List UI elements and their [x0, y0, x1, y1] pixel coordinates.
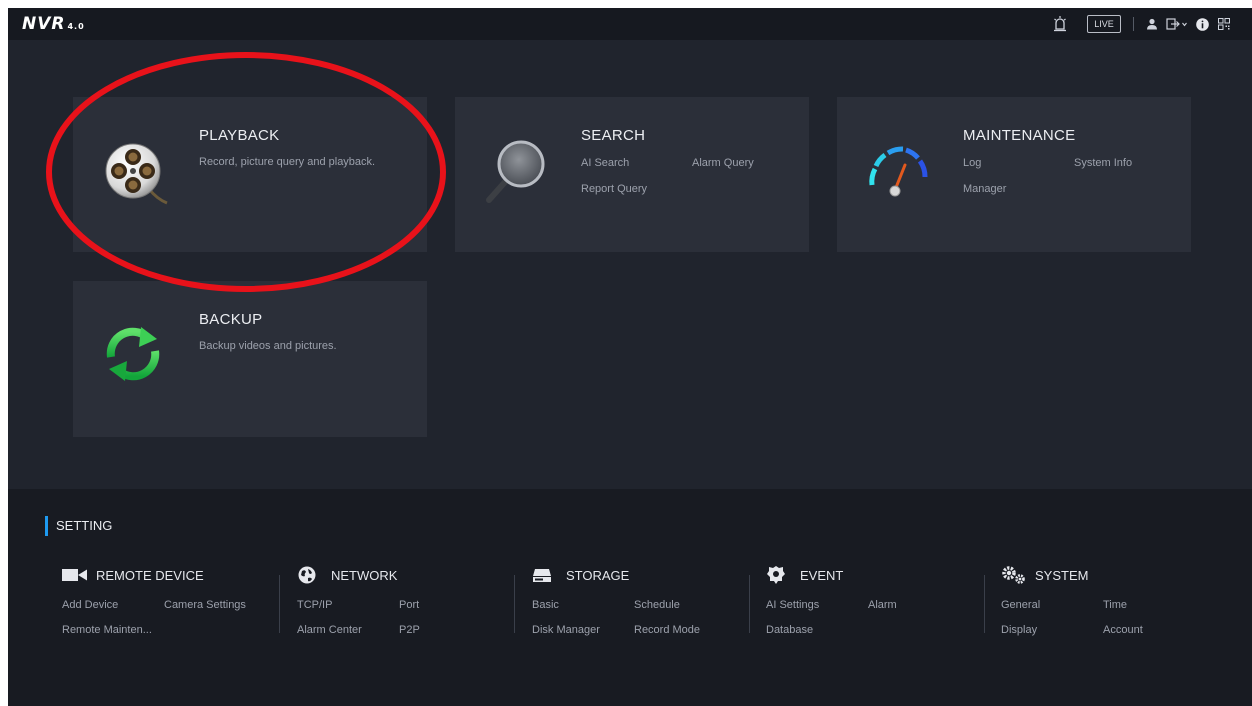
basic-link[interactable]: Basic [532, 599, 559, 611]
maintenance-title: MAINTENANCE [963, 127, 1076, 144]
group-divider [279, 575, 280, 633]
account-link[interactable]: Account [1103, 624, 1143, 636]
logout-icon[interactable] [1165, 15, 1189, 33]
camera-settings-link[interactable]: Camera Settings [164, 599, 246, 611]
network-group: NETWORK TCP/IP Port Alarm Center P2P [297, 489, 517, 706]
live-button[interactable]: LIVE [1087, 15, 1121, 33]
backup-description: Backup videos and pictures. [199, 340, 337, 352]
search-card[interactable]: SEARCH AI Search Alarm Query Report Quer… [455, 97, 809, 252]
system-title: SYSTEM [1035, 567, 1089, 583]
alarm-center-link[interactable]: Alarm Center [297, 624, 362, 636]
gears-icon [1001, 565, 1027, 585]
user-icon[interactable] [1143, 15, 1161, 33]
database-link[interactable]: Database [766, 624, 813, 636]
event-header[interactable]: EVENT [766, 565, 843, 585]
port-link[interactable]: Port [399, 599, 419, 611]
hard-drive-icon [532, 565, 558, 585]
event-title: EVENT [800, 567, 844, 583]
network-title: NETWORK [331, 567, 398, 583]
film-reel-icon [97, 133, 169, 205]
sync-arrows-icon [97, 317, 169, 389]
alarm-lamp-icon[interactable] [1051, 15, 1069, 33]
qr-code-icon[interactable] [1215, 15, 1233, 33]
maintenance-card[interactable]: MAINTENANCE Log System Info Manager [837, 97, 1191, 252]
ai-search-link[interactable]: AI Search [581, 157, 629, 169]
add-device-link[interactable]: Add Device [62, 599, 118, 611]
logo-version: 4.0 [67, 22, 85, 31]
playback-card[interactable]: PLAYBACK Record, picture query and playb… [73, 97, 427, 252]
network-header[interactable]: NETWORK [297, 565, 397, 585]
camera-icon [62, 565, 88, 585]
ai-settings-link[interactable]: AI Settings [766, 599, 819, 611]
search-title: SEARCH [581, 127, 646, 144]
manager-link[interactable]: Manager [963, 183, 1006, 195]
log-link[interactable]: Log [963, 157, 981, 169]
storage-header[interactable]: STORAGE [532, 565, 629, 585]
display-link[interactable]: Display [1001, 624, 1037, 636]
schedule-link[interactable]: Schedule [634, 599, 680, 611]
backup-title: BACKUP [199, 311, 263, 328]
nvr-logo: NVR 4.0 [22, 13, 85, 35]
nvr-main-menu: NVR 4.0 LIVE PLAYBACK Record, picture qu… [8, 8, 1252, 706]
playback-title: PLAYBACK [199, 127, 280, 144]
remote-device-group: REMOTE DEVICE Add Device Camera Settings… [62, 489, 282, 706]
disk-manager-link[interactable]: Disk Manager [532, 624, 600, 636]
speedometer-icon [861, 133, 933, 205]
playback-description: Record, picture query and playback. [199, 156, 376, 168]
group-divider [984, 575, 985, 633]
time-link[interactable]: Time [1103, 599, 1127, 611]
alarm-link[interactable]: Alarm [868, 599, 897, 611]
alarm-query-link[interactable]: Alarm Query [692, 157, 754, 169]
report-query-link[interactable]: Report Query [581, 183, 647, 195]
backup-card[interactable]: BACKUP Backup videos and pictures. [73, 281, 427, 437]
group-divider [514, 575, 515, 633]
info-icon[interactable] [1193, 15, 1211, 33]
setting-section: SETTING REMOTE DEVICE Add Device Camera … [8, 489, 1252, 706]
magnifier-icon [479, 133, 551, 205]
tcp-ip-link[interactable]: TCP/IP [297, 599, 332, 611]
globe-icon [297, 565, 323, 585]
system-header[interactable]: SYSTEM [1001, 565, 1088, 585]
group-divider [749, 575, 750, 633]
toolbar-divider [1133, 17, 1134, 31]
top-bar: NVR 4.0 LIVE [8, 8, 1252, 40]
storage-group: STORAGE Basic Schedule Disk Manager Reco… [532, 489, 752, 706]
record-mode-link[interactable]: Record Mode [634, 624, 700, 636]
event-icon [766, 565, 792, 585]
p2p-link[interactable]: P2P [399, 624, 420, 636]
general-link[interactable]: General [1001, 599, 1040, 611]
remote-device-header[interactable]: REMOTE DEVICE [62, 565, 204, 585]
system-info-link[interactable]: System Info [1074, 157, 1132, 169]
logo-text: NVR [22, 14, 66, 34]
remote-maintenance-link[interactable]: Remote Mainten... [62, 624, 152, 636]
system-group: SYSTEM General Time Display Account [1001, 489, 1221, 706]
event-group: EVENT AI Settings Alarm Database [766, 489, 986, 706]
storage-title: STORAGE [566, 567, 630, 583]
remote-device-title: REMOTE DEVICE [96, 567, 204, 583]
